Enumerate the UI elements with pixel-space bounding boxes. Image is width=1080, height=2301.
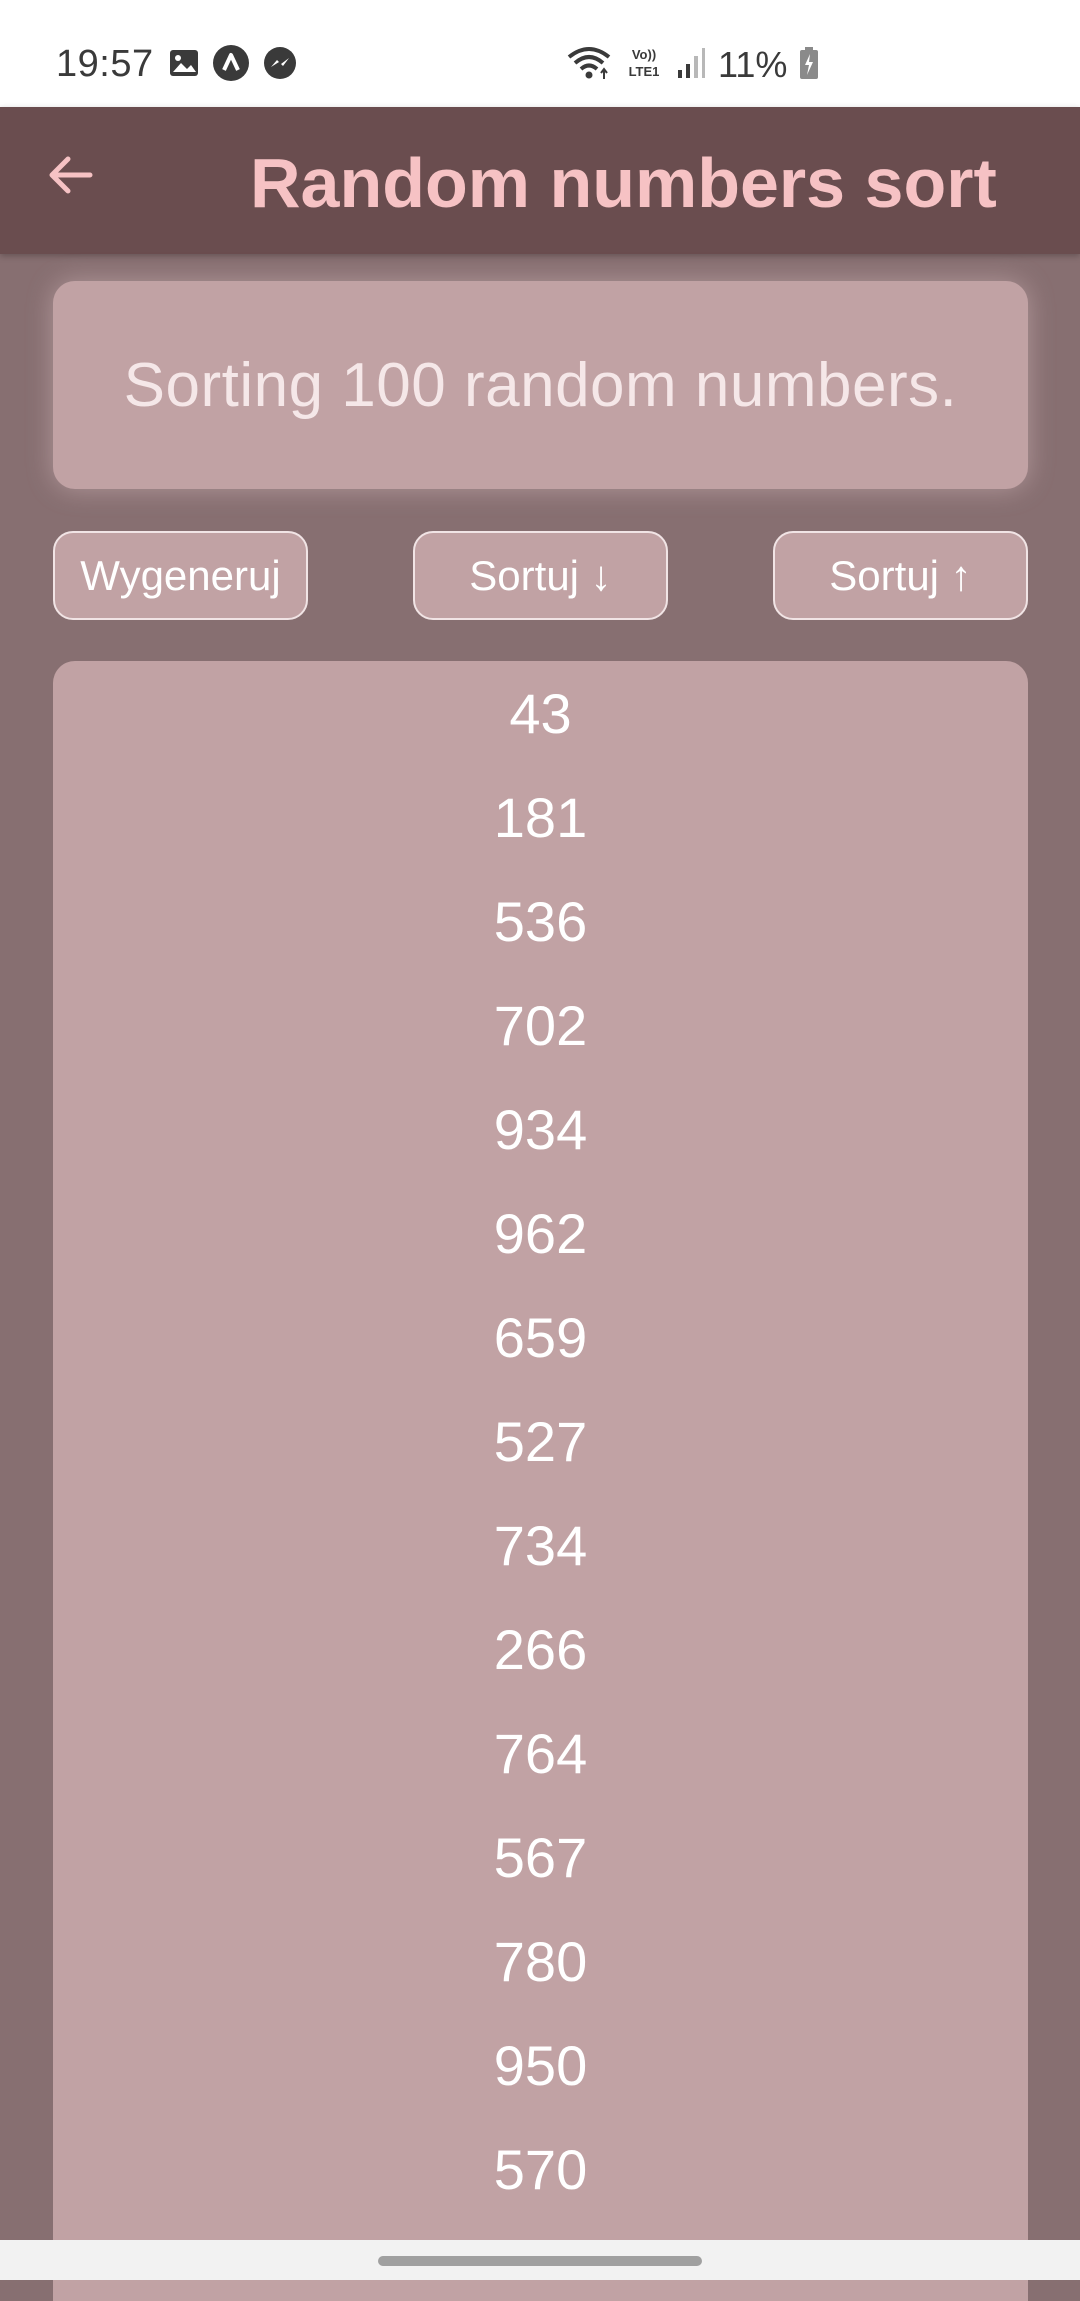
svg-text:LTE1: LTE1 (629, 64, 660, 79)
list-item: 43 (509, 681, 572, 745)
info-banner: Sorting 100 random numbers. (53, 281, 1028, 489)
status-bar: 19:57 Vo)) LTE1 11% (0, 0, 1080, 107)
banner-text: Sorting 100 random numbers. (123, 350, 958, 420)
list-item: 536 (493, 889, 588, 953)
list-item: 567 (493, 1825, 588, 1889)
navigation-bar (0, 2240, 1080, 2280)
page-title: Random numbers sort (250, 144, 997, 222)
app-bar: Random numbers sort (0, 107, 1080, 254)
sort-descending-button[interactable]: Sortuj ↓ (413, 531, 668, 620)
numbers-list-content: 43 181 536 702 934 962 659 527 734 266 764 567 780 95… (53, 661, 1028, 2221)
generate-button[interactable]: Wygeneruj (53, 531, 308, 620)
notification-icons (168, 44, 298, 87)
list-item: 950 (493, 2033, 588, 2097)
system-indicators: Vo)) LTE1 11% (566, 40, 819, 90)
volte-icon: Vo)) LTE1 (624, 45, 664, 86)
list-item: 764 (493, 1721, 588, 1785)
list-item: 527 (493, 1409, 588, 1473)
list-item: 659 (493, 1305, 588, 1369)
list-item: 570 (493, 2137, 588, 2201)
status-time: 19:57 (56, 43, 154, 85)
wifi-icon (566, 45, 612, 86)
list-item: 734 (493, 1513, 588, 1577)
battery-icon (799, 46, 819, 85)
list-item: 181 (493, 785, 588, 849)
back-arrow-icon (46, 151, 94, 204)
list-item: 962 (493, 1201, 588, 1265)
svg-text:Vo)): Vo)) (632, 47, 656, 62)
sort-ascending-button[interactable]: Sortuj ↑ (773, 531, 1028, 620)
signal-icon (676, 46, 706, 85)
arrow-app-icon (212, 44, 250, 87)
numbers-list[interactable]: 43 181 536 702 934 962 659 527 734 266 764 567 780 95… (53, 661, 1028, 2301)
list-item: 266 (493, 1617, 588, 1681)
home-gesture-handle[interactable] (378, 2256, 702, 2266)
list-item: 934 (493, 1097, 588, 1161)
battery-percent: 11% (718, 44, 788, 85)
back-button[interactable] (30, 137, 110, 217)
gallery-icon (168, 47, 200, 84)
list-item: 702 (493, 993, 588, 1057)
list-item: 780 (493, 1929, 588, 1993)
messenger-icon (262, 45, 298, 86)
